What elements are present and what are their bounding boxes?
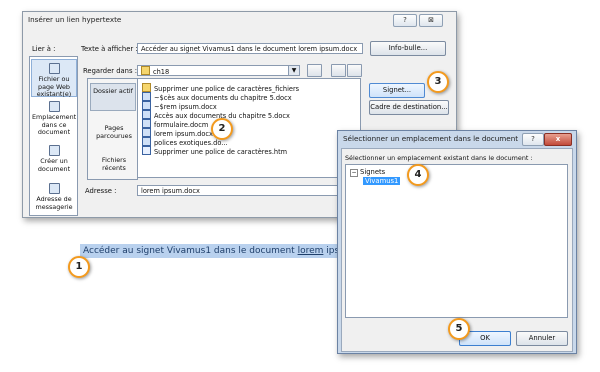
list-item[interactable]: formulaire.docm: [142, 119, 208, 129]
address-label: Adresse :: [85, 187, 117, 195]
nav-existing-file[interactable]: Fichier ou page Web existant(e): [31, 59, 77, 98]
web-page-icon: [48, 63, 60, 74]
help-button[interactable]: ?: [393, 14, 417, 27]
cancel-button[interactable]: Annuler: [516, 331, 568, 346]
tree-child-label: Vivamus1: [365, 177, 399, 185]
nav-place-in-document[interactable]: Emplacement dans ce document: [32, 101, 76, 137]
up-one-folder-icon[interactable]: [307, 64, 322, 77]
bookmark-prompt: Sélectionner un emplacement existant dan…: [345, 154, 533, 162]
look-in-dropdown[interactable]: ch18 ▼: [137, 65, 300, 76]
browse-web-icon[interactable]: [331, 64, 346, 77]
close-icon[interactable]: x: [544, 133, 572, 146]
word-doc-icon: [142, 92, 151, 101]
bookmark-dialog-title: Sélectionner un emplacement dans le docu…: [343, 134, 519, 143]
callout-3: 3: [427, 71, 449, 93]
list-item[interactable]: Supprimer une police de caractères.htm: [142, 146, 288, 156]
selected-text-link: lorem: [297, 246, 324, 256]
close-button[interactable]: ⊠: [419, 14, 443, 27]
callout-4: 4: [407, 164, 429, 186]
callout-1: 1: [68, 256, 90, 278]
word-doc-icon: [142, 101, 151, 110]
callout-2: 2: [211, 118, 233, 140]
browsed-pages-label: Pages parcourues: [96, 124, 132, 140]
word-doc-icon: [142, 119, 151, 128]
nav-place-in-document-label: Emplacement dans ce document: [32, 113, 77, 136]
bookmark-button[interactable]: Signet...: [369, 83, 425, 98]
html-doc-icon: [142, 146, 151, 155]
browsed-pages-button[interactable]: Pages parcourues: [91, 124, 137, 140]
screentip-button[interactable]: Info-bulle...: [370, 41, 446, 56]
nav-email-address[interactable]: Adresse de messagerie: [32, 183, 76, 211]
callout-5: 5: [448, 318, 470, 340]
bookmark-dialog-titlebar: Sélectionner un emplacement dans le docu…: [338, 131, 576, 147]
word-doc-icon: [142, 110, 151, 119]
chevron-down-icon[interactable]: ▼: [288, 66, 299, 75]
list-item[interactable]: Accès aux documents du chapitre 5.docx: [142, 110, 290, 120]
folder-icon: [141, 66, 150, 75]
selected-document-text: Accéder au signet Vivamus1 dans le docum…: [80, 244, 342, 258]
link-to-bar: Fichier ou page Web existant(e) Emplacem…: [29, 56, 78, 216]
bookmark-tree[interactable]: − Signets Vivamus1: [345, 164, 568, 318]
look-in-label: Regarder dans :: [83, 67, 137, 75]
tree-node-vivamus1[interactable]: Vivamus1: [363, 177, 401, 185]
recent-files-button[interactable]: Fichiers récents: [91, 156, 137, 172]
help-button[interactable]: ?: [522, 133, 544, 146]
browse-side-panel: Dossier actif Pages parcourues Fichiers …: [87, 78, 138, 180]
link-to-label: Lier à :: [32, 45, 56, 53]
nav-email-address-label: Adresse de messagerie: [35, 195, 73, 211]
selected-text-part: Accéder au signet Vivamus1 dans le docum…: [83, 246, 298, 256]
nav-existing-file-label: Fichier ou page Web existant(e): [36, 75, 72, 98]
tree-root-label: Signets: [360, 168, 386, 176]
list-item[interactable]: Supprimer une police de caractères_fichi…: [142, 83, 299, 93]
current-folder-label: Dossier actif: [93, 87, 133, 95]
bookmark-page-icon: [48, 101, 60, 112]
text-to-display-label: Texte à afficher :: [81, 45, 138, 53]
nav-create-document[interactable]: Créer un document: [32, 145, 76, 173]
folder-icon: [142, 83, 151, 92]
file-name: Supprimer une police de caractères.htm: [154, 148, 288, 156]
address-input[interactable]: lorem ipsum.docx: [137, 185, 361, 196]
look-in-value: ch18: [153, 68, 170, 76]
list-item[interactable]: ~$cès aux documents du chapitre 5.docx: [142, 92, 292, 102]
list-item[interactable]: ~$rem ipsum.docx: [142, 101, 217, 111]
text-to-display-input[interactable]: Accéder au signet Vivamus1 dans le docum…: [137, 43, 363, 54]
current-folder-button[interactable]: Dossier actif: [90, 83, 136, 111]
nav-create-document-label: Créer un document: [37, 157, 71, 173]
file-list[interactable]: Supprimer une police de caractères_fichi…: [137, 78, 361, 178]
browse-file-icon[interactable]: [347, 64, 362, 77]
word-doc-icon: [142, 128, 151, 137]
target-frame-button[interactable]: Cadre de destination...: [369, 100, 449, 115]
tree-node-root[interactable]: − Signets: [350, 168, 385, 177]
list-item[interactable]: lorem ipsum.docx: [142, 128, 213, 138]
hyperlink-dialog-title: Insérer un lien hypertexte: [28, 15, 122, 24]
word-doc-icon: [142, 137, 151, 146]
collapse-icon[interactable]: −: [350, 169, 358, 177]
list-item[interactable]: polices exotiques.do...: [142, 137, 228, 147]
email-icon: [48, 183, 60, 194]
new-document-icon: [48, 145, 60, 156]
recent-files-label: Fichiers récents: [101, 156, 127, 172]
hyperlink-dialog-titlebar: Insérer un lien hypertexte ? ⊠: [23, 12, 456, 28]
